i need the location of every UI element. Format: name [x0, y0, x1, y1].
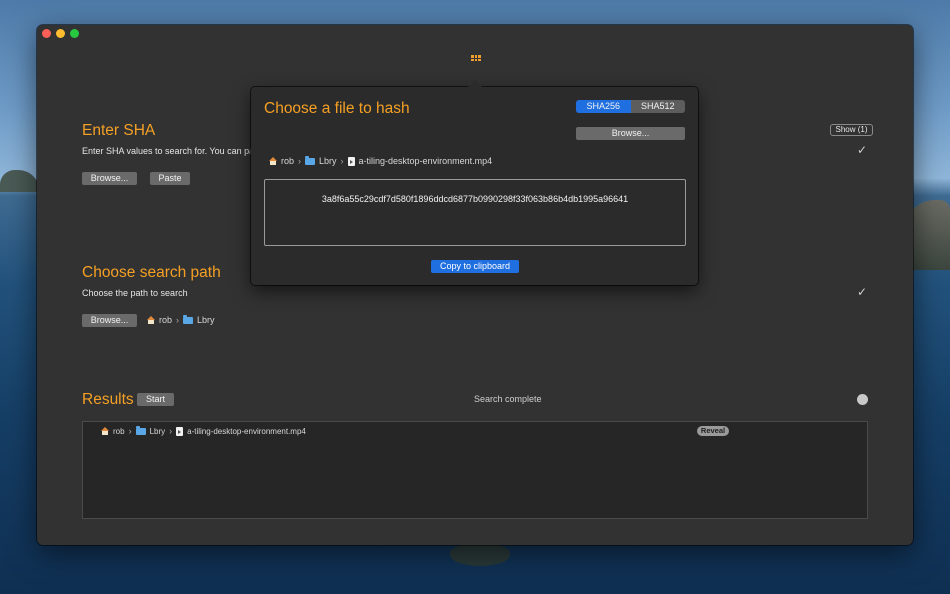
start-button[interactable]: Start — [137, 393, 174, 406]
reveal-button[interactable]: Reveal — [697, 426, 729, 436]
popover-title: Choose a file to hash — [264, 100, 410, 117]
search-status-text: Search complete — [474, 394, 542, 404]
folder-icon — [305, 155, 316, 165]
chevron-right-icon: › — [298, 156, 302, 166]
enter-sha-title: Enter SHA — [82, 122, 156, 139]
chevron-right-icon: › — [176, 315, 180, 325]
path-segment: rob — [159, 315, 173, 325]
chevron-right-icon: › — [340, 156, 344, 166]
grid-icon[interactable] — [471, 55, 481, 62]
folder-icon — [183, 314, 194, 324]
status-indicator-icon — [857, 394, 868, 405]
copy-to-clipboard-button[interactable]: Copy to clipboard — [431, 260, 519, 273]
home-icon — [269, 157, 277, 165]
sha-browse-button[interactable]: Browse... — [82, 172, 137, 185]
results-title: Results — [82, 391, 134, 408]
enter-sha-description: Enter SHA values to search for. You can … — [82, 146, 255, 156]
sha512-segment[interactable]: SHA512 — [631, 100, 686, 113]
path-segment: a-tiling-desktop-environment.mp4 — [187, 426, 306, 436]
hash-file-breadcrumb: rob › Lbry › a-tiling-desktop-environmen… — [269, 155, 493, 166]
desktop-wallpaper-hill — [0, 170, 40, 192]
chevron-right-icon: › — [169, 426, 173, 436]
hash-browse-button[interactable]: Browse... — [576, 127, 685, 140]
path-segment: a-tiling-desktop-environment.mp4 — [358, 156, 493, 166]
path-segment: rob — [281, 156, 295, 166]
hash-output-field[interactable]: 3a8f6a55c29cdf7d580f1896ddcd6877b0990298… — [264, 179, 686, 246]
chevron-right-icon: › — [128, 426, 132, 436]
zoom-window-button[interactable] — [70, 29, 79, 38]
results-list: rob › Lbry › a-tiling-desktop-environmen… — [82, 421, 868, 519]
result-row-path: rob › Lbry › a-tiling-desktop-environmen… — [101, 425, 306, 436]
desktop-wallpaper-island — [450, 544, 510, 566]
path-segment: Lbry — [197, 315, 215, 325]
search-path-browse-button[interactable]: Browse... — [82, 314, 137, 327]
path-segment: Lbry — [319, 156, 337, 166]
algorithm-segmented-control: SHA256 SHA512 — [576, 100, 685, 113]
search-path-breadcrumb: rob › Lbry — [147, 314, 215, 325]
path-segment: rob — [113, 426, 125, 436]
folder-icon — [135, 425, 146, 435]
popover-arrow — [468, 80, 482, 87]
sha256-segment[interactable]: SHA256 — [576, 100, 631, 113]
path-segment: Lbry — [149, 426, 166, 436]
show-sha-button[interactable]: Show (1) — [830, 124, 873, 136]
search-path-title: Choose search path — [82, 264, 221, 281]
checkmark-icon: ✓ — [857, 285, 868, 299]
close-window-button[interactable] — [42, 29, 51, 38]
checkmark-icon: ✓ — [857, 143, 868, 157]
home-icon — [147, 316, 155, 324]
minimize-window-button[interactable] — [56, 29, 65, 38]
paste-button[interactable]: Paste — [150, 172, 190, 185]
video-file-icon — [347, 156, 355, 166]
search-path-description: Choose the path to search — [82, 288, 188, 298]
hash-file-popover: Choose a file to hash SHA256 SHA512 Brow… — [251, 80, 698, 285]
video-file-icon — [176, 426, 184, 436]
home-icon — [101, 427, 109, 435]
